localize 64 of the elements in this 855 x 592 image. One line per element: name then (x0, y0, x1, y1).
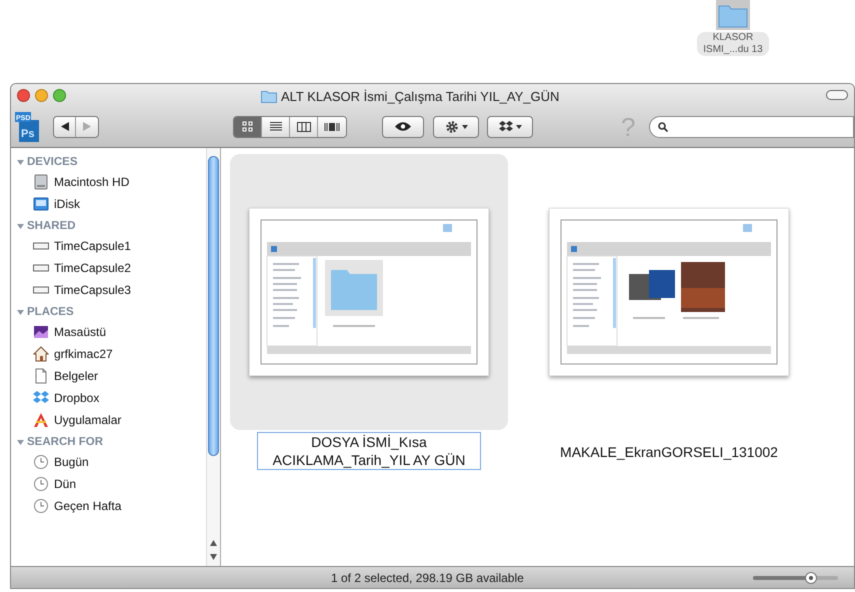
sidebar-section-title: PLACES (27, 304, 74, 320)
folder-icon (261, 90, 277, 104)
columns-icon (296, 122, 310, 132)
scrollbar[interactable] (206, 148, 220, 566)
zoom-button[interactable] (53, 88, 66, 102)
caret-icon (462, 124, 468, 128)
dropbox-menu-button[interactable] (487, 116, 533, 138)
dropbox-icon (33, 390, 49, 406)
sidebar-section-title: SEARCH FOR (27, 434, 104, 450)
sidebar-item[interactable]: Macintosh HD (17, 171, 206, 193)
sidebar-item[interactable]: Masaüstü (17, 321, 206, 343)
home-icon (33, 346, 49, 362)
sidebar-section-title: DEVICES (27, 154, 78, 170)
search-icon (658, 122, 668, 132)
document-icon (33, 368, 49, 384)
sidebar-item[interactable]: Dropbox (17, 387, 206, 409)
zoom-slider[interactable] (753, 572, 838, 584)
window-title: ALT KLASOR İsmi_Çalışma Tarihi YIL_AY_GÜN (281, 88, 560, 106)
gear-icon (444, 120, 458, 134)
back-arrow-icon (60, 122, 68, 131)
list-icon (270, 121, 282, 132)
sidebar-item[interactable]: TimeCapsule2 (17, 257, 206, 279)
action-menu-button[interactable] (433, 116, 479, 138)
forward-arrow-icon (83, 122, 91, 131)
clock-icon (33, 454, 49, 470)
desktop-icon (33, 324, 49, 340)
clock-icon (33, 498, 49, 514)
folder-label: KLASOR ISMI_...du 13 (697, 32, 769, 56)
view-mode-button[interactable] (318, 116, 346, 136)
view-mode-button[interactable] (262, 116, 290, 136)
eye-icon (394, 121, 412, 132)
coverflow-icon (324, 122, 340, 132)
grid-icon (242, 121, 253, 132)
sidebar-item[interactable]: TimeCapsule1 (17, 235, 206, 257)
status-text: 1 of 2 selected, 298.19 GB available (331, 570, 524, 586)
scroll-up-icon[interactable] (210, 540, 217, 546)
caret-icon (516, 124, 522, 128)
disclosure-open-icon[interactable] (17, 159, 24, 166)
sidebar-item[interactable]: Belgeler (17, 365, 206, 387)
close-button[interactable] (17, 88, 30, 102)
quick-look-button[interactable] (382, 116, 424, 138)
view-mode-button[interactable] (234, 116, 262, 136)
dropbox-icon (498, 120, 512, 133)
minimize-button[interactable] (35, 88, 48, 102)
view-mode-button[interactable] (290, 116, 318, 136)
search-field[interactable] (649, 116, 854, 138)
sidebar-item[interactable]: Bugün (17, 451, 206, 473)
disclosure-open-icon[interactable] (17, 439, 24, 446)
clock-icon (33, 476, 49, 492)
file-name: MAKALE_EkranGORSELI_131002 (560, 443, 778, 462)
sidebar-section-title: SHARED (27, 218, 76, 234)
sidebar-item[interactable]: iDisk (17, 193, 206, 215)
sidebar-item[interactable]: Dün (17, 473, 206, 495)
scroll-down-icon[interactable] (210, 554, 217, 560)
toolbar-toggle-button[interactable] (826, 90, 848, 100)
sidebar-item[interactable]: Uygulamalar (17, 409, 206, 431)
disclosure-open-icon[interactable] (17, 223, 24, 230)
apps-icon (33, 412, 49, 428)
sidebar-item[interactable]: Geçen Hafta (17, 495, 206, 517)
slider-thumb[interactable] (804, 572, 817, 584)
file-name-field[interactable]: DOSYA İSMİ_Kısa ACIKLAMA_Tarih_YIL AY GÜN (257, 432, 481, 470)
sidebar-item[interactable]: TimeCapsule3 (17, 279, 206, 301)
sidebar-item[interactable]: grfkimac27 (17, 343, 206, 365)
disclosure-open-icon[interactable] (17, 309, 24, 316)
